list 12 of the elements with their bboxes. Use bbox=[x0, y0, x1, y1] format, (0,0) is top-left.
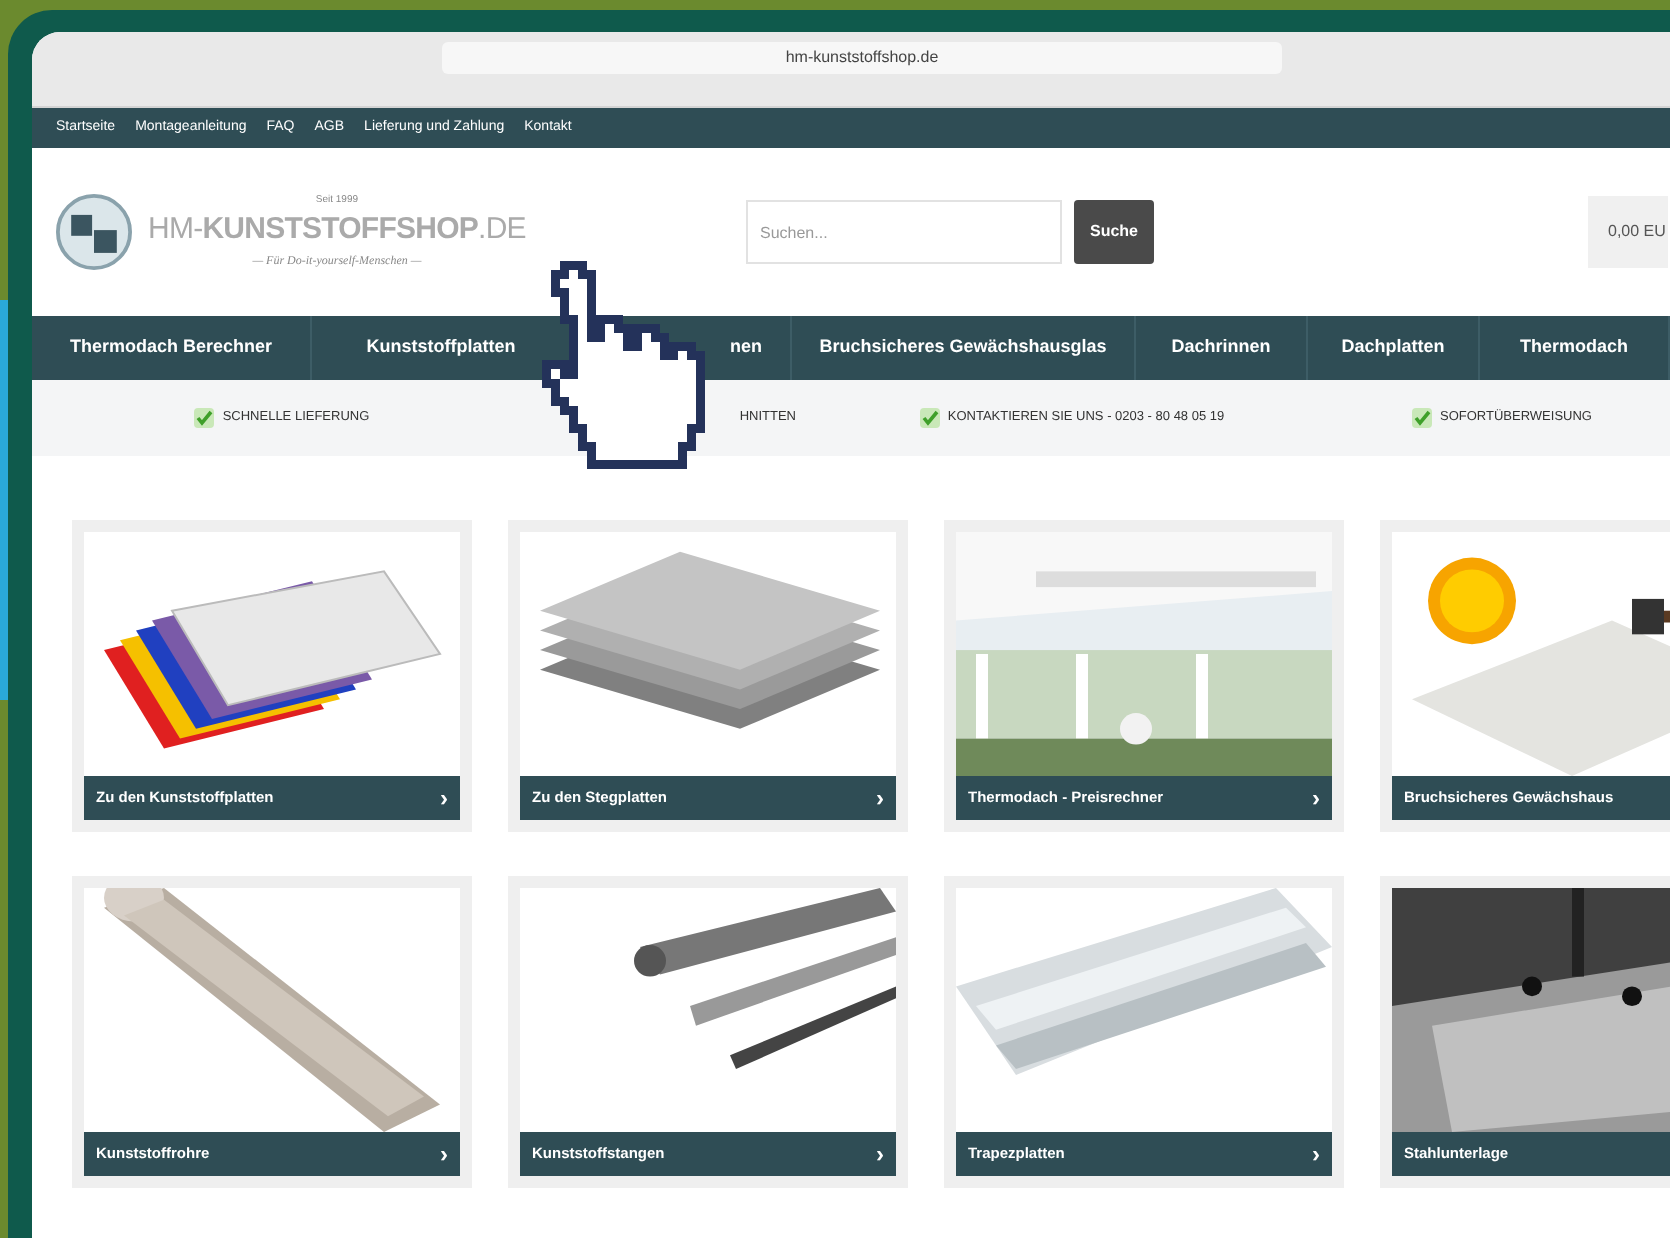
logo-icon bbox=[56, 194, 132, 270]
address-bar[interactable]: hm-kunststoffshop.de bbox=[442, 42, 1282, 74]
search-button[interactable]: Suche bbox=[1074, 200, 1155, 264]
chevron-icon: › bbox=[440, 786, 448, 810]
chevron-icon: › bbox=[1312, 1142, 1320, 1166]
chevron-icon: › bbox=[1312, 786, 1320, 810]
search-field[interactable]: Suchen... bbox=[746, 200, 1062, 264]
logo-text: HM-KUNSTSTOFFSHOP.DE bbox=[148, 210, 526, 250]
cart-button[interactable]: 0,00 EU bbox=[1588, 196, 1668, 268]
chevron-icon: › bbox=[876, 786, 884, 810]
chevron-icon: › bbox=[440, 1142, 448, 1166]
chevron-icon: › bbox=[876, 1142, 884, 1166]
